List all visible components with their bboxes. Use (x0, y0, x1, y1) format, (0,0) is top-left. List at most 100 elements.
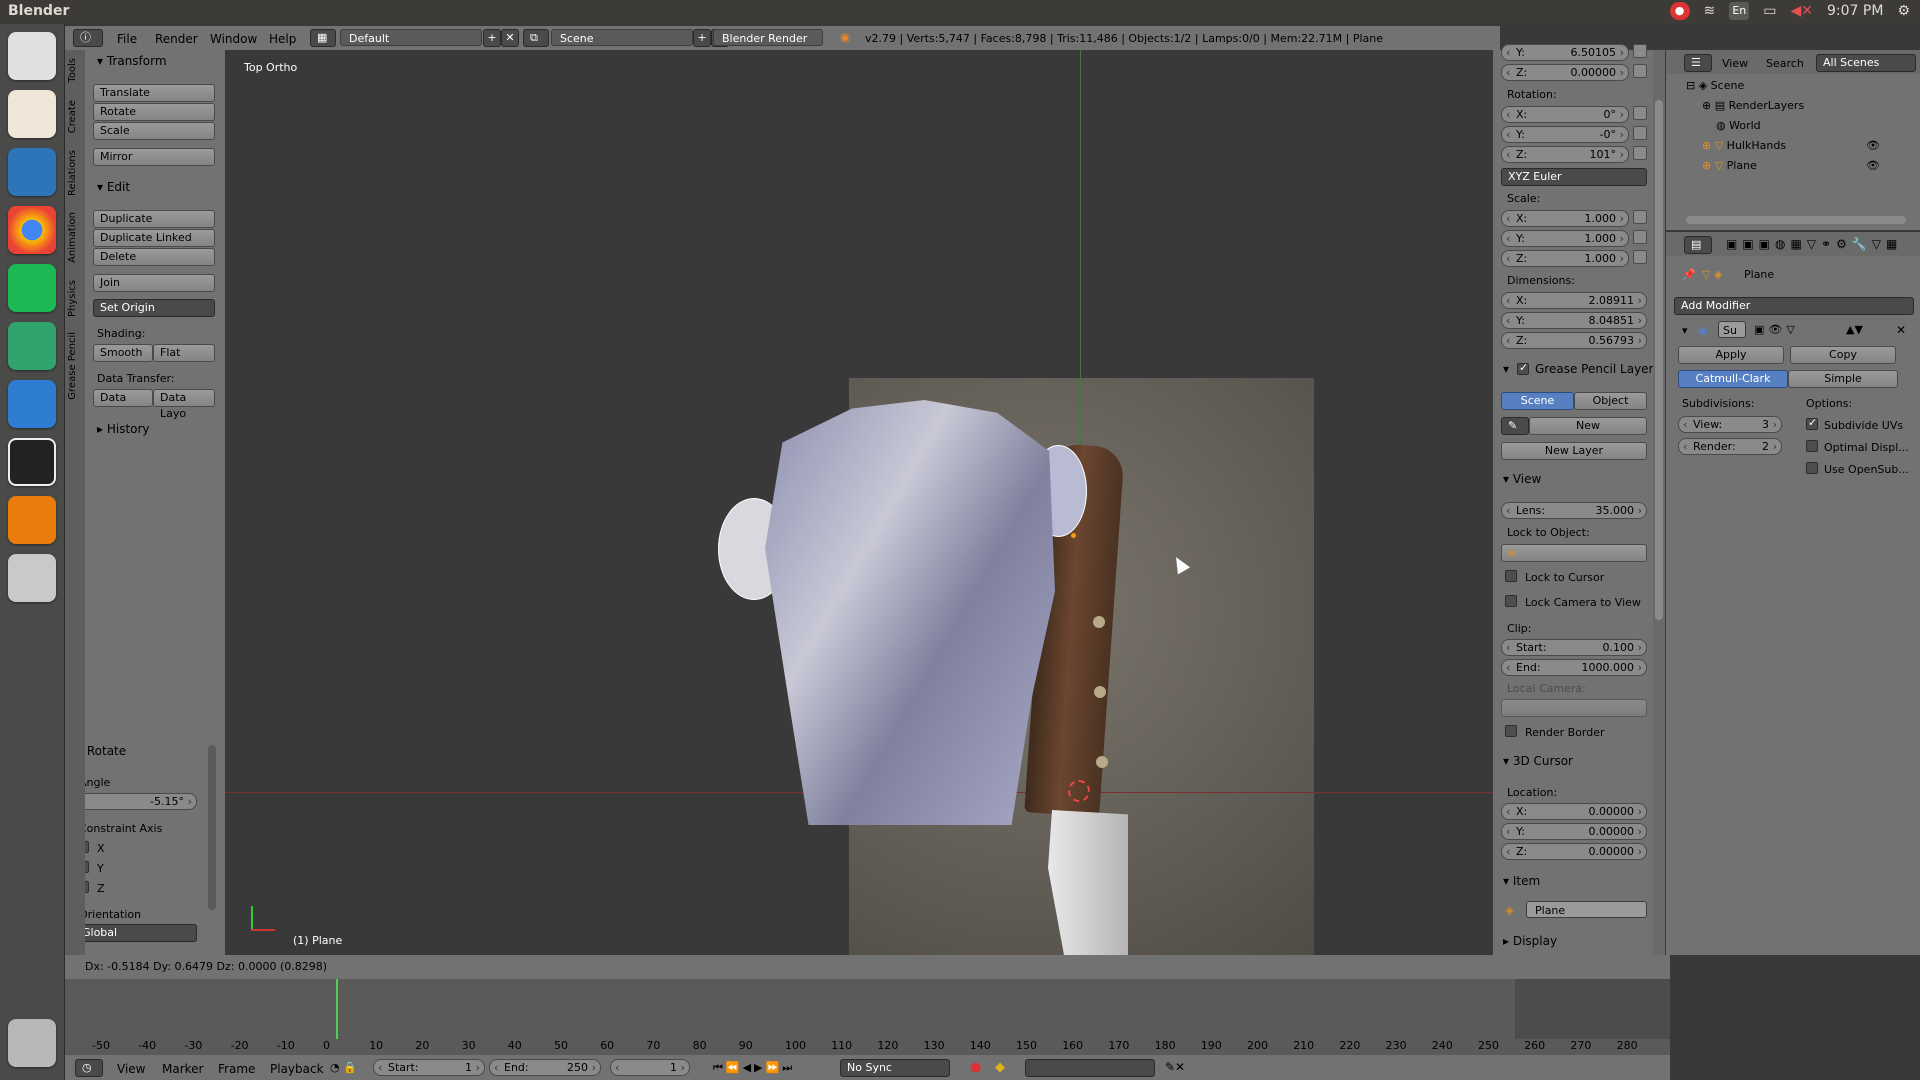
add-modifier-dropdown[interactable]: Add Modifier (1674, 297, 1914, 315)
keying-set-field[interactable] (1025, 1059, 1155, 1077)
cursor-x-field[interactable]: X:0.00000 (1501, 803, 1647, 820)
modifier-name-field[interactable]: Su (1718, 321, 1746, 338)
gp-brush-icon[interactable]: ✎ (1501, 417, 1529, 435)
gp-object-button[interactable]: Object (1574, 392, 1647, 410)
add-layout-icon[interactable]: + (483, 29, 501, 47)
render-border-checkbox[interactable] (1505, 725, 1517, 737)
sync-mode-dropdown[interactable]: No Sync (840, 1059, 950, 1077)
spotify-icon[interactable] (8, 264, 56, 312)
timeline-ruler[interactable]: -50 -40 -30 -20 -10 0 10 20 30 40 50 60 70 80 90 100 110… (65, 1037, 1670, 1055)
transform-panel-header[interactable]: ▾ Transform (97, 54, 167, 68)
move-up-down-icon[interactable]: ▲▼ (1846, 323, 1863, 336)
lens-field[interactable]: Lens:35.000 (1501, 502, 1647, 519)
angle-field[interactable]: -5.15° (75, 793, 197, 810)
join-button[interactable]: Join (93, 274, 215, 292)
smooth-button[interactable]: Smooth (93, 344, 153, 362)
copy-button[interactable]: Copy (1790, 346, 1896, 364)
operator-scrollbar[interactable] (208, 745, 216, 910)
playback-controls-icons[interactable]: ⏮⏪◀▶⏩⏭ (713, 1061, 795, 1075)
mirror-button[interactable]: Mirror (93, 148, 215, 166)
layout-grid-icon[interactable]: ▦ (310, 29, 336, 47)
outliner-row-plane[interactable]: ⊕ ▽ Plane (1702, 158, 1912, 174)
collapse-icon[interactable]: ▾ (1682, 324, 1688, 337)
timeline-view-menu[interactable]: View (117, 1062, 145, 1076)
clock[interactable]: 9:07 PM (1827, 3, 1883, 19)
lock-icon[interactable] (1633, 126, 1647, 140)
add-scene-icon[interactable]: + (693, 29, 711, 47)
scale-y-field[interactable]: Y:1.000 (1501, 230, 1629, 247)
timeline-editor-icon[interactable]: ◷ (75, 1059, 103, 1077)
translate-button[interactable]: Translate (93, 84, 215, 102)
orientation-dropdown[interactable]: Global (75, 924, 197, 942)
gp-scene-button[interactable]: Scene (1501, 392, 1574, 410)
use-opensubdiv-checkbox[interactable] (1806, 462, 1818, 474)
timeline-playback-menu[interactable]: Playback (270, 1062, 324, 1076)
delete-button[interactable]: Delete (93, 248, 215, 266)
files-icon[interactable] (8, 90, 56, 138)
properties-region-scrollbar[interactable] (1653, 50, 1665, 955)
clip-start-field[interactable]: Start:0.100 (1501, 639, 1647, 656)
scale-x-field[interactable]: X:1.000 (1501, 210, 1629, 227)
tab-grease-pencil[interactable]: Grease Pencil (67, 332, 83, 400)
item-name-field[interactable]: Plane (1526, 901, 1647, 918)
visibility-eye-icon[interactable]: 👁 (1866, 159, 1880, 172)
drive-icon[interactable] (8, 554, 56, 602)
subdivision-view-field[interactable]: View:3 (1678, 416, 1782, 433)
visibility-eye-icon[interactable]: 👁 (1866, 139, 1880, 152)
menu-file[interactable]: File (117, 32, 137, 46)
dimension-x-field[interactable]: X:2.08911 (1501, 292, 1647, 309)
history-panel-header[interactable]: ▸ History (97, 422, 150, 436)
range-toggle-icons[interactable]: ◔ 🔒 (330, 1061, 357, 1074)
pin-icon[interactable]: 📌 (1682, 268, 1696, 281)
gp-new-layer-button[interactable]: New Layer (1501, 442, 1647, 460)
tab-tools[interactable]: Tools (67, 58, 83, 83)
3d-cursor-panel-header[interactable]: ▾ 3D Cursor (1503, 754, 1573, 768)
set-origin-dropdown[interactable]: Set Origin (93, 299, 215, 317)
menu-help[interactable]: Help (269, 32, 296, 46)
lock-icon[interactable] (1633, 146, 1647, 160)
trash-icon[interactable] (8, 1019, 56, 1067)
catmull-clark-button[interactable]: Catmull-Clark (1678, 370, 1788, 388)
blender-icon[interactable] (8, 496, 56, 544)
steam-icon[interactable] (8, 148, 56, 196)
atom-icon[interactable] (8, 322, 56, 370)
grease-pencil-checkbox[interactable] (1517, 361, 1529, 375)
rotation-x-field[interactable]: X:0° (1501, 106, 1629, 123)
wifi-icon[interactable]: ≋ (1704, 3, 1716, 19)
scene-icon[interactable]: ⧉ (523, 29, 549, 47)
outliner-scrollbar[interactable] (1686, 216, 1906, 224)
tab-create[interactable]: Create (67, 100, 83, 133)
rotation-z-field[interactable]: Z:101° (1501, 146, 1629, 163)
scale-button[interactable]: Scale (93, 122, 215, 140)
lock-camera-checkbox[interactable] (1505, 595, 1517, 607)
end-frame-field[interactable]: End:250 (489, 1059, 601, 1076)
timeline-marker-menu[interactable]: Marker (162, 1062, 203, 1076)
volume-muted-icon[interactable]: ◀✕ (1791, 3, 1814, 19)
cursor-y-field[interactable]: Y:0.00000 (1501, 823, 1647, 840)
outliner-filter-dropdown[interactable]: All Scenes (1816, 54, 1916, 72)
lock-icon[interactable] (1633, 44, 1647, 58)
menu-render[interactable]: Render (155, 32, 198, 46)
data-button[interactable]: Data (93, 389, 153, 407)
menu-window[interactable]: Window (210, 32, 257, 46)
timeline[interactable]: -50 -40 -30 -20 -10 0 10 20 30 40 50 60 70 80 90 100 110… (65, 979, 1670, 1055)
battery-icon[interactable]: ▭ (1763, 3, 1776, 19)
3d-viewport[interactable]: Top Ortho (1) Plane (225, 50, 1493, 955)
layout-selector[interactable]: Default (340, 29, 482, 46)
outliner-search-menu[interactable]: Search (1766, 57, 1804, 70)
keyframe-insert-icon[interactable]: ✎✕ (1165, 1060, 1185, 1074)
duplicate-linked-button[interactable]: Duplicate Linked (93, 229, 215, 247)
lock-icon[interactable] (1633, 210, 1647, 224)
view-panel-header[interactable]: ▾ View (1503, 472, 1541, 486)
hulkhands-mesh[interactable] (765, 400, 1055, 825)
location-z-field[interactable]: Z:0.00000 (1501, 64, 1629, 81)
gear-icon[interactable]: ⚙ (1897, 3, 1910, 19)
dimension-y-field[interactable]: Y:8.04851 (1501, 312, 1647, 329)
outliner-row-renderlayers[interactable]: ⊕ ▤ RenderLayers (1702, 98, 1912, 114)
item-panel-header[interactable]: ▾ Item (1503, 874, 1540, 888)
apply-button[interactable]: Apply (1678, 346, 1784, 364)
dash-home-icon[interactable] (8, 32, 56, 80)
keying-icon[interactable]: ◆ (995, 1060, 1005, 1075)
start-frame-field[interactable]: Start:1 (373, 1059, 485, 1076)
gp-new-button[interactable]: New (1529, 417, 1647, 435)
